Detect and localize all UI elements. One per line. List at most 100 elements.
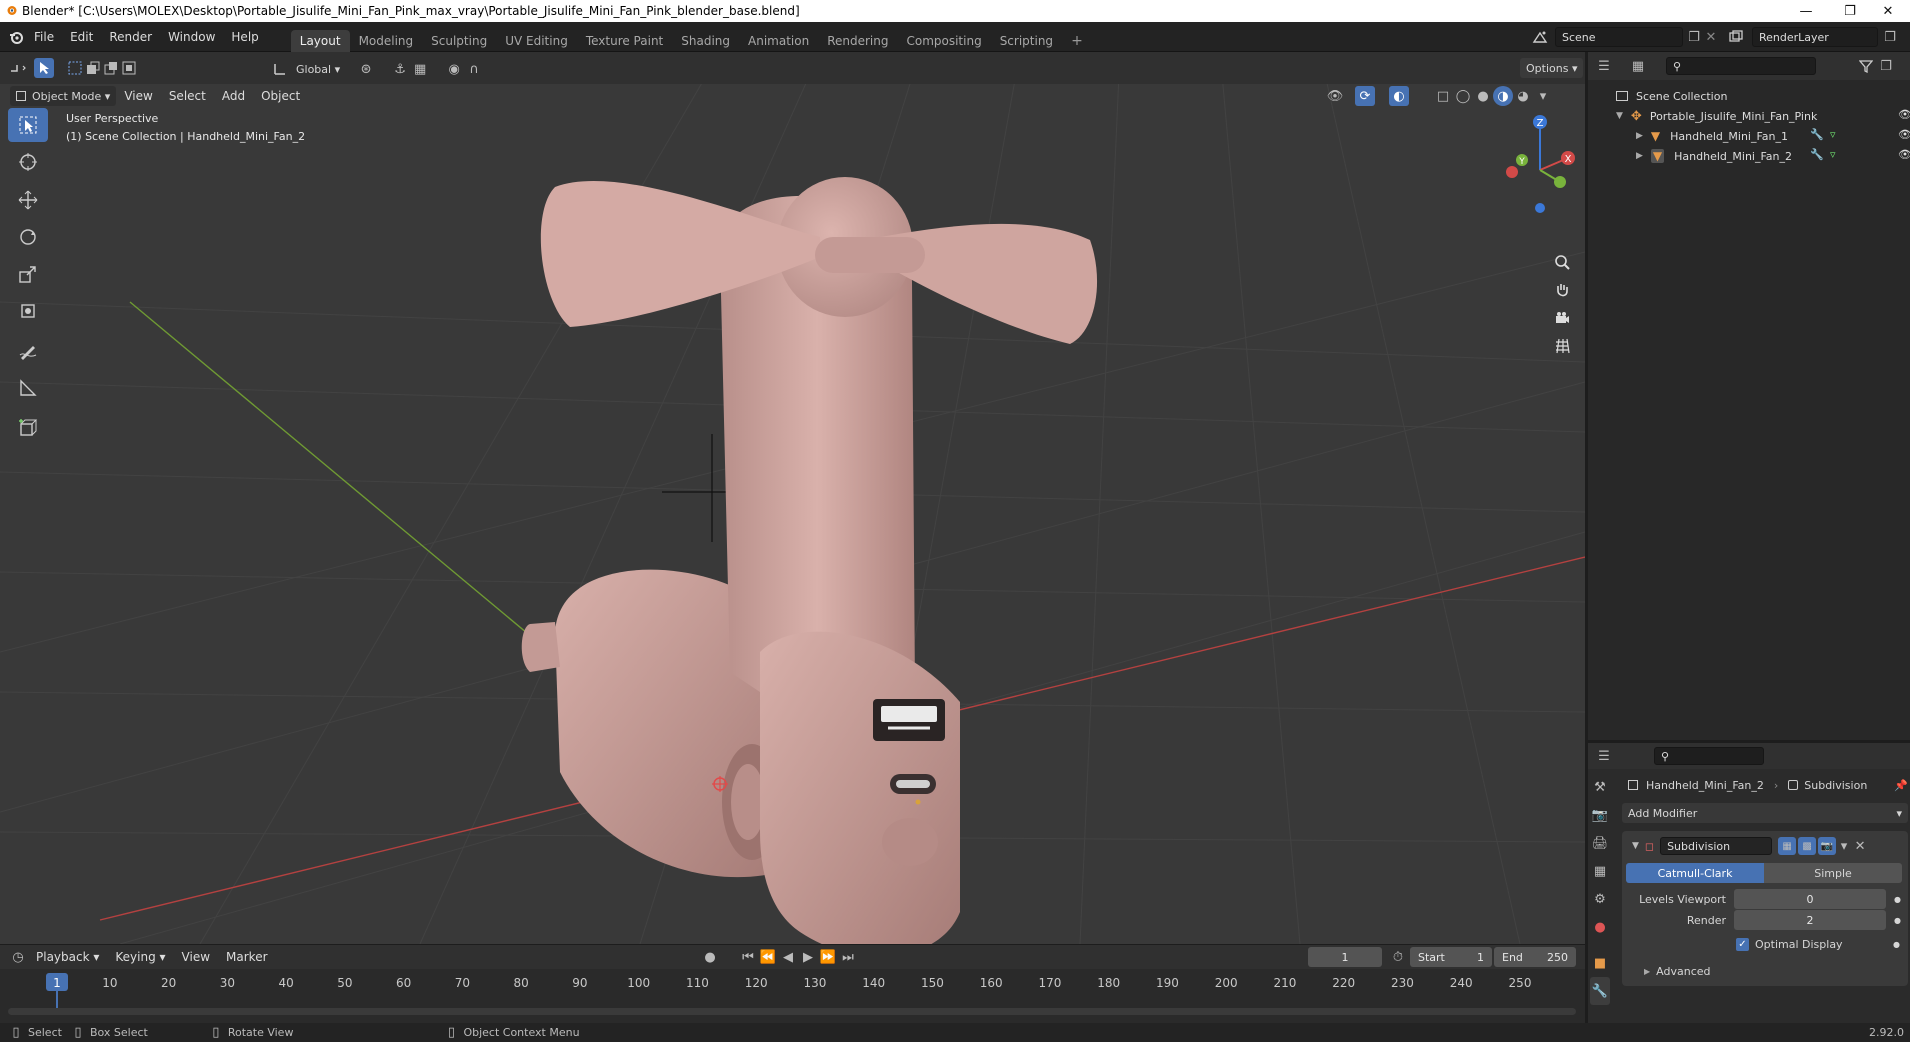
collapse-down-icon[interactable]: ▼ [1632,841,1639,851]
expand-right-icon[interactable]: ▶ [1636,151,1643,161]
select-mode-invert-icon[interactable] [120,58,138,78]
3d-viewport[interactable]: Global ▾ ⊛ ⚓ ▦ ◉ ∩ Options ▾ Object Mode… [0,52,1585,944]
select-tool-icon[interactable] [34,58,54,78]
tab-modeling[interactable]: Modeling [350,30,423,52]
keyframe-dot-icon[interactable]: ● [1893,940,1900,949]
render-tab-icon[interactable]: 📷 [1590,801,1610,829]
menu-render[interactable]: Render [101,22,160,52]
tab-animation[interactable]: Animation [739,30,818,52]
menu-edit[interactable]: Edit [62,22,101,52]
advanced-subpanel[interactable]: ▶ Advanced [1626,962,1904,980]
scene-name-field[interactable]: Scene [1555,27,1683,47]
scene-tab-icon[interactable]: ⚙ [1590,885,1610,913]
object-tab-icon[interactable]: ■ [1590,949,1610,977]
options-dropdown[interactable]: Options ▾ [1520,58,1584,78]
visibility-icon[interactable]: 👁 [1325,86,1345,106]
pan-hand-icon[interactable] [1547,276,1577,304]
render-toggle-icon[interactable]: 📷 [1818,837,1837,855]
falloff-icon[interactable]: ∩ [464,59,484,79]
snap-icon[interactable]: ⚓ [390,59,410,79]
tool-add-cube[interactable] [8,411,48,445]
close-icon[interactable]: ✕ [1852,836,1868,856]
modifier-tab-icon[interactable]: 🔧 [1590,977,1610,1005]
tool-move[interactable] [8,183,48,217]
pin-icon[interactable]: 📌 [1894,779,1908,792]
tab-uv-editing[interactable]: UV Editing [496,30,577,52]
tool-measure[interactable] [8,371,48,405]
select-mode-extend-icon[interactable] [84,58,102,78]
shading-options-icon[interactable]: ▾ [1533,86,1553,106]
shading-material-icon[interactable]: ◑ [1493,86,1513,106]
view-layer-icon[interactable] [1726,27,1746,47]
tree-row-collection[interactable]: ▼ ✥ Portable_Jisulife_Mini_Fan_Pink 👁 [1588,106,1910,126]
catmull-clark-button[interactable]: Catmull-Clark [1626,863,1764,883]
select-menu[interactable]: Select [161,84,214,108]
tool-rotate[interactable] [8,220,48,254]
scene-icon[interactable] [1530,27,1550,47]
tab-scripting[interactable]: Scripting [991,30,1062,52]
tab-sculpting[interactable]: Sculpting [422,30,496,52]
minimize-icon[interactable]: — [1784,0,1828,22]
render-levels-field[interactable]: 2 [1734,910,1886,930]
simple-button[interactable]: Simple [1764,863,1902,883]
tree-row-mesh-2[interactable]: ▶ ▼ Handheld_Mini_Fan_2 🔧 ▿ 👁 [1588,146,1910,166]
menu-window[interactable]: Window [160,22,223,52]
xray-icon[interactable]: □ [1433,86,1453,106]
select-mode-subtract-icon[interactable] [102,58,120,78]
eye-icon[interactable]: 👁 [1898,128,1910,141]
menu-help[interactable]: Help [223,22,266,52]
modifier-name-field[interactable]: Subdivision [1660,837,1773,855]
tree-row-scene-collection[interactable]: Scene Collection [1588,86,1910,106]
delete-scene-icon[interactable]: ✕ [1701,27,1721,47]
expand-right-icon[interactable]: ▶ [1644,967,1650,976]
modifier-wrench-icon[interactable]: 🔧 [1810,148,1824,161]
timeline-scrollbar[interactable] [8,1008,1576,1015]
add-modifier-dropdown[interactable]: Add Modifier ▾ [1622,803,1908,823]
properties-search[interactable]: ⚲ [1654,747,1764,765]
tab-texture-paint[interactable]: Texture Paint [577,30,672,52]
new-layer-icon[interactable]: ❐ [1880,27,1900,47]
shading-solid-icon[interactable]: ● [1473,86,1493,106]
select-mode-new-icon[interactable] [66,58,84,78]
object-mode-dropdown[interactable]: Object Mode ▾ [10,86,117,106]
shading-wireframe-icon[interactable]: ◯ [1453,86,1473,106]
camera-view-icon[interactable] [1547,304,1577,332]
outliner-editor-icon[interactable]: ☰ [1594,56,1614,76]
object-menu[interactable]: Object [253,84,308,108]
modifier-wrench-icon[interactable]: 🔧 [1810,128,1824,141]
display-mode-icon[interactable]: ▦ [1628,56,1648,76]
optimal-display-checkbox[interactable]: ✓ [1736,937,1749,951]
tab-compositing[interactable]: Compositing [897,30,990,52]
mesh-data-icon[interactable]: ▿ [1830,128,1836,141]
navigation-gizmo[interactable]: Z X Y [1500,110,1580,250]
keyframe-dot-icon[interactable]: ● [1894,895,1901,904]
render-layer-field[interactable]: RenderLayer [1752,27,1878,47]
add-workspace-icon[interactable]: + [1062,30,1092,52]
tool-tab-icon[interactable]: ⚒ [1590,773,1610,801]
filter-icon[interactable] [1856,56,1876,76]
pivot-icon[interactable]: ⊛ [356,59,376,79]
world-tab-icon[interactable]: ● [1590,913,1610,941]
timeline-ruler[interactable]: 1 10 20 30 40 50 60 70 80 90 100 110 120 130 140 150 160… [0,945,1585,1023]
zoom-icon[interactable] [1547,248,1577,276]
close-window-icon[interactable]: ✕ [1866,0,1910,22]
tool-transform[interactable] [8,294,48,328]
mesh-data-icon[interactable]: ▿ [1830,148,1836,161]
tool-annotate[interactable] [8,334,48,368]
gizmo-toggle-icon[interactable]: ⟳ [1355,86,1375,106]
eye-icon[interactable]: 👁 [1898,148,1910,161]
output-tab-icon[interactable]: 🖨 [1590,829,1610,857]
blender-menu-icon[interactable] [6,27,26,47]
orientation-dropdown[interactable]: Global ▾ [290,59,346,79]
keyframe-dot-icon[interactable]: ● [1894,916,1901,925]
tool-cursor[interactable] [8,145,48,179]
tab-layout[interactable]: Layout [290,29,350,52]
tree-row-mesh-1[interactable]: ▶ ▼ Handheld_Mini_Fan_1 🔧 ▿ 👁 [1588,126,1910,146]
tool-select-box[interactable] [8,108,48,142]
tool-scale[interactable] [8,257,48,291]
editor-type-icon[interactable] [8,58,28,78]
proportional-edit-icon[interactable]: ◉ [444,59,464,79]
expand-right-icon[interactable]: ▶ [1636,131,1643,141]
view-menu[interactable]: View [116,84,160,108]
add-menu[interactable]: Add [214,84,253,108]
